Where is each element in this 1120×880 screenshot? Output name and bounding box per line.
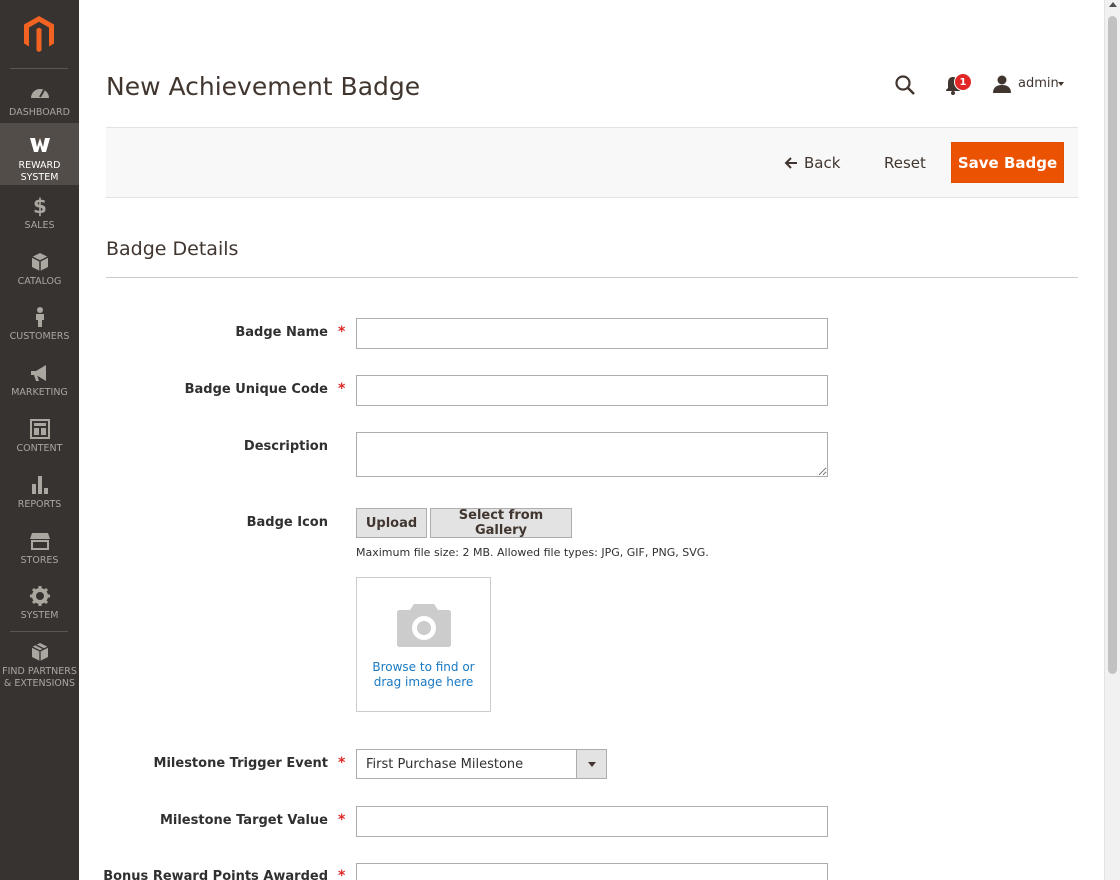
description-textarea[interactable] [356,432,828,477]
upload-button[interactable]: Upload [356,508,427,538]
nav-marketing-label: MARKETING [11,387,68,398]
gear-icon [29,586,50,606]
target-value-input[interactable] [356,806,828,837]
save-badge-button[interactable]: Save Badge [951,142,1064,183]
badge-name-label: Badge Name [235,325,328,340]
badge-code-label: Badge Unique Code [184,382,328,397]
nav-dashboard[interactable]: DASHBOARD [0,82,79,118]
file-size-note: Maximum file size: 2 MB. Allowed file ty… [356,546,709,559]
bar-chart-icon [31,476,48,494]
nav-customers[interactable]: CUSTOMERS [0,306,79,342]
user-menu-username[interactable]: admin [1018,76,1059,91]
section-title-badge-details: Badge Details [106,238,239,260]
nav-sales-label: SALES [24,220,55,231]
user-menu-caret-icon[interactable] [1058,82,1064,86]
scroll-thumb[interactable] [1108,16,1117,674]
content-layout-icon [29,419,50,439]
logo-divider [10,68,68,69]
dropzone-text-line-1: Browse to find or [372,660,475,674]
nav-stores[interactable]: STORES [0,530,79,566]
nav-system-label: SYSTEM [20,610,59,621]
search-icon[interactable] [894,74,916,96]
nav-reward-label-2: SYSTEM [20,172,59,183]
page-title: New Achievement Badge [106,72,421,101]
back-button-label: Back [804,154,841,172]
reward-w-icon [29,138,50,152]
arrow-left-icon [784,157,797,169]
badge-code-input[interactable] [356,375,828,406]
required-asterisk: * [338,812,346,828]
page-scrollbar[interactable] [1104,0,1120,880]
select-from-gallery-button[interactable]: Select from Gallery [430,508,572,538]
back-button[interactable]: Back [784,154,840,172]
svg-text:$: $ [33,195,47,217]
nav-dashboard-label: DASHBOARD [9,107,70,118]
required-asterisk: * [338,755,346,771]
nav-find-partners-label-1: FIND PARTNERS [2,666,77,677]
dollar-icon: $ [33,195,47,217]
nav-system[interactable]: SYSTEM [0,585,79,621]
dashboard-icon [30,89,49,98]
nav-content[interactable]: CONTENT [0,418,79,454]
badge-icon-label: Badge Icon [246,515,328,530]
nav-marketing[interactable]: MARKETING [0,362,79,398]
required-asterisk: * [338,324,346,340]
dropzone-text[interactable]: Browse to find or drag image here [357,660,490,690]
description-label: Description [243,439,328,454]
bonus-points-label: Bonus Reward Points Awarded [103,869,328,880]
nav-find-partners[interactable]: FIND PARTNERS & EXTENSIONS [0,641,79,691]
section-divider [106,277,1078,278]
nav-reward-label-1: REWARD [18,160,61,171]
nav-reward-system[interactable]: REWARD SYSTEM [0,123,79,185]
nav-customers-label: CUSTOMERS [9,331,70,342]
nav-reports[interactable]: REPORTS [0,474,79,510]
nav-catalog-label: CATALOG [17,276,62,287]
store-icon [29,533,50,550]
reset-button[interactable]: Reset [884,154,926,172]
nav-reports-label: REPORTS [17,499,62,510]
nav-stores-label: STORES [20,555,59,566]
camera-icon [397,604,451,647]
megaphone-icon [30,365,46,381]
trigger-event-selected-value: First Purchase Milestone [366,757,524,772]
box-icon [31,253,48,271]
image-dropzone[interactable]: Browse to find or drag image here [356,577,491,712]
trigger-event-select[interactable]: First Purchase Milestone [356,749,607,779]
nav-find-partners-label-2: & EXTENSIONS [3,678,76,689]
nav-divider [10,631,68,632]
nav-content-label: CONTENT [16,443,63,454]
user-avatar-icon[interactable] [993,74,1011,94]
target-value-label: Milestone Target Value [159,813,328,828]
badge-name-input[interactable] [356,318,828,349]
scroll-up-arrow-icon[interactable] [1109,2,1117,7]
person-icon [35,307,44,327]
trigger-event-label: Milestone Trigger Event [153,756,328,771]
nav-catalog[interactable]: CATALOG [0,251,79,287]
notification-count-badge[interactable]: 1 [954,73,972,91]
required-asterisk: * [338,381,346,397]
magento-logo-icon[interactable] [22,14,56,54]
admin-sidebar: DASHBOARD REWARD SYSTEM $ SALES CATALOG … [0,0,79,880]
extensions-box-icon [31,643,48,661]
nav-sales[interactable]: $ SALES [0,195,79,231]
dropzone-text-line-2: drag image here [373,675,474,689]
bonus-points-input[interactable] [356,863,828,880]
required-asterisk: * [338,868,346,880]
page-actions-bar [106,127,1078,198]
select-arrow-down-icon[interactable] [576,750,606,778]
